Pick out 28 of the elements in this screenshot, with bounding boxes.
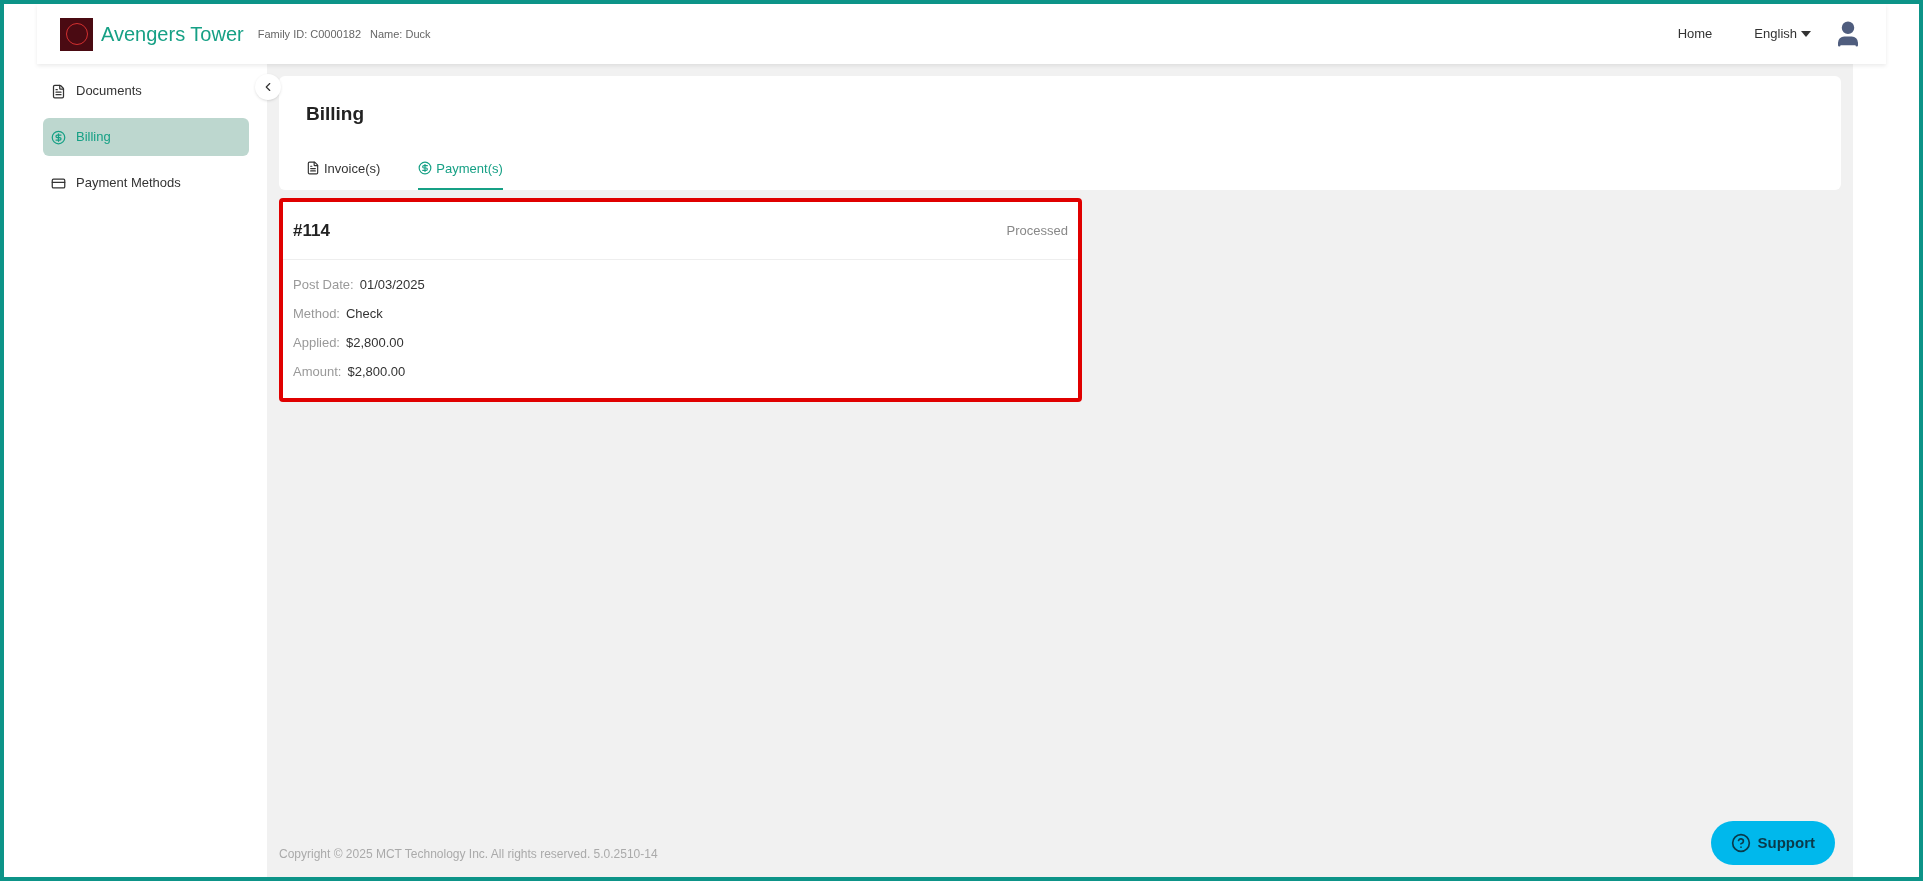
page-title: Billing [306, 102, 366, 126]
dollar-icon [51, 129, 66, 145]
tab[interactable]: Invoice(s) [306, 158, 381, 190]
logo-icon [60, 17, 93, 51]
payment-number: #114 [293, 219, 330, 242]
document-icon [306, 161, 320, 176]
field-label: Method: [293, 304, 340, 323]
support-button[interactable]: Support [1710, 821, 1835, 865]
field-label: Applied: [293, 333, 340, 352]
language-dropdown[interactable]: English [1754, 24, 1811, 44]
field-label: Post Date: [293, 275, 354, 294]
sidebar-item[interactable]: Documents [43, 72, 249, 110]
field-value: $2,800.00 [347, 362, 406, 381]
payment-status: Processed [1006, 221, 1068, 240]
home-link[interactable]: Home [1677, 24, 1713, 44]
card-icon [51, 175, 66, 191]
sidebar-item[interactable]: Payment Methods [43, 164, 249, 202]
copyright-text: Copyright © 2025 MCT Technology Inc. All rights reserved. 5.0.2510-14 [279, 846, 658, 863]
dollar-icon [418, 161, 433, 176]
field-value: Check [346, 304, 383, 323]
caret-icon [1801, 31, 1811, 37]
field-value: $2,800.00 [346, 333, 404, 352]
document-icon [51, 83, 66, 99]
family-id: Family ID: C0000182 [257, 26, 361, 42]
field-label: Amount: [293, 362, 342, 381]
member-name: Name: Duck [370, 26, 431, 42]
field-value: 01/03/2025 [359, 275, 425, 294]
help-icon [1730, 833, 1751, 853]
